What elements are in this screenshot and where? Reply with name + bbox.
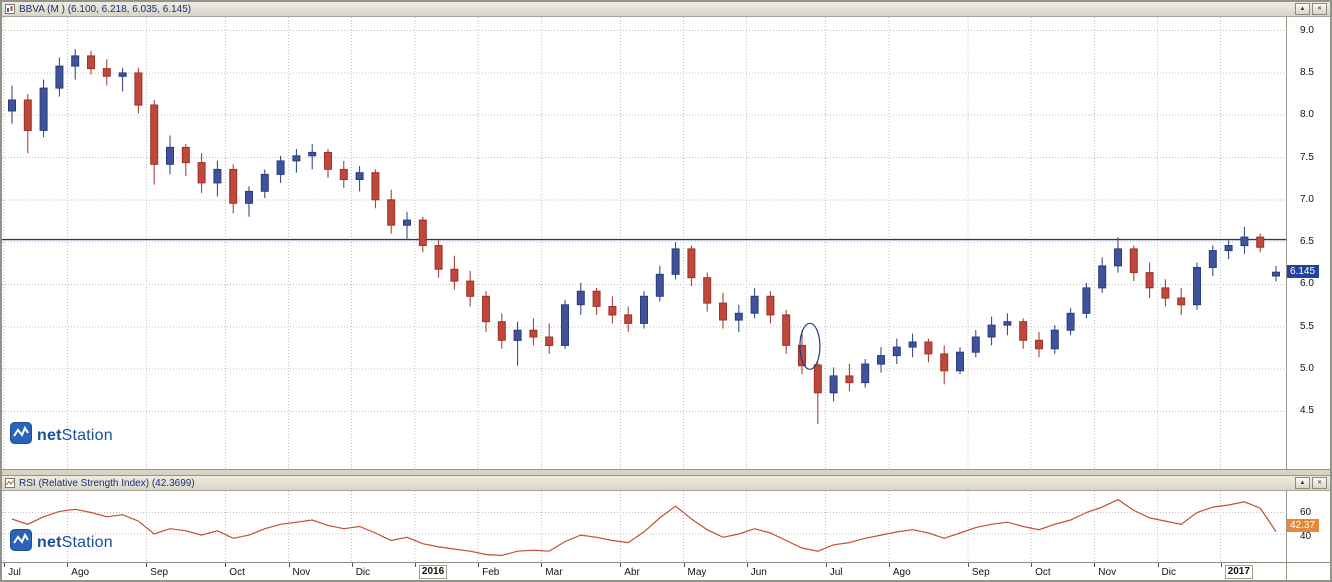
time-axis-label: Sep [972,567,990,578]
rsi-chart-area: 60 40 42.37 netStation [2,491,1330,562]
price-y-axis[interactable]: 9.0 8.5 8.0 7.5 7.0 6.5 6.0 5.5 5.0 4.5 [1286,17,1330,469]
rsi-panel-titlebar[interactable]: RSI (Relative Strength Index) (42.3699) … [2,476,1330,491]
time-axis-tick [968,563,969,567]
time-axis-label: 2017 [1225,565,1253,579]
netstation-logo-text: netStation [37,534,113,552]
price-panel-title: BBVA (M ) (6.100, 6.218, 6.035, 6.145) [19,4,191,15]
time-axis-label: Nov [1098,567,1116,578]
close-panel-button[interactable]: ✕ [1312,477,1327,489]
time-axis-tick [1031,563,1032,567]
netstation-logo-text: netStation [37,427,113,445]
price-panel-buttons: ▲ ✕ [1295,3,1327,15]
time-axis-tick [478,563,479,567]
time-axis-tick [1094,563,1095,567]
time-axis-label: Oct [229,567,245,578]
axis-border [1286,563,1287,580]
rsi-panel-title: RSI (Relative Strength Index) (42.3699) [19,478,195,489]
price-axis-label: 6.0 [1300,278,1314,289]
time-axis-tick [1158,563,1159,567]
rsi-axis-label: 60 [1300,507,1311,518]
netstation-logo: netStation [10,422,113,449]
price-chart-area: 9.0 8.5 8.0 7.5 7.0 6.5 6.0 5.5 5.0 4.5 6.145 net… [2,17,1330,469]
time-axis-tick [67,563,68,567]
time-axis-label: Jul [8,567,21,578]
price-axis-label: 8.0 [1300,109,1314,120]
netstation-logo: netStation [10,529,113,556]
time-axis-label: 2016 [419,565,447,579]
price-axis-label: 7.0 [1300,194,1314,205]
close-panel-button[interactable]: ✕ [1312,3,1327,15]
time-axis-tick [415,563,416,567]
netstation-logo-icon [10,422,32,449]
time-axis-label: Feb [482,567,499,578]
time-axis-label: Ago [893,567,911,578]
time-axis-label: Oct [1035,567,1051,578]
price-axis-label: 8.5 [1300,67,1314,78]
netstation-window: BBVA (M ) (6.100, 6.218, 6.035, 6.145) ▲… [0,0,1332,582]
logo-text-station: Station [62,427,113,444]
rsi-chart-canvas[interactable] [2,491,1286,562]
time-axis-tick [225,563,226,567]
time-axis-tick [826,563,827,567]
time-axis-tick [1221,563,1222,567]
time-axis-tick [684,563,685,567]
price-axis-label: 6.5 [1300,236,1314,247]
time-axis-label: Sep [150,567,168,578]
time-axis-label: Jul [830,567,843,578]
price-axis-label: 7.5 [1300,152,1314,163]
price-axis-label: 4.5 [1300,405,1314,416]
time-axis-tick [541,563,542,567]
indicator-icon [5,478,15,488]
rsi-panel-buttons: ▲ ✕ [1295,477,1327,489]
logo-text-station: Station [62,534,113,551]
panel-splitter[interactable] [2,469,1330,476]
logo-text-net: net [37,427,62,444]
time-axis-tick [747,563,748,567]
time-axis[interactable]: Jul Ago Sep Oct Nov Dic 2016 Feb Mar Abr May Jun Jul… [2,562,1330,580]
time-axis-tick [352,563,353,567]
rsi-axis-label: 40 [1300,531,1311,542]
logo-text-net: net [37,534,62,551]
time-axis-label: Jun [751,567,767,578]
price-axis-label: 5.0 [1300,363,1314,374]
time-axis-label: Nov [293,567,311,578]
rsi-value-tag: 42.37 [1287,519,1319,532]
time-axis-label: Ago [71,567,89,578]
time-axis-tick [146,563,147,567]
maximize-panel-button[interactable]: ▲ [1295,477,1310,489]
netstation-logo-icon [10,529,32,556]
time-axis-label: Dic [1162,567,1176,578]
time-axis-label: Abr [624,567,640,578]
price-chart-canvas[interactable] [2,17,1286,469]
price-axis-label: 9.0 [1300,25,1314,36]
time-axis-tick [289,563,290,567]
time-axis-label: Mar [545,567,562,578]
last-price-tag: 6.145 [1287,265,1319,278]
time-axis-tick [4,563,5,567]
time-axis-label: May [688,567,707,578]
price-axis-label: 5.5 [1300,321,1314,332]
time-axis-tick [889,563,890,567]
chart-icon [5,4,15,14]
time-axis-tick [620,563,621,567]
maximize-panel-button[interactable]: ▲ [1295,3,1310,15]
time-axis-label: Dic [356,567,370,578]
price-panel-titlebar[interactable]: BBVA (M ) (6.100, 6.218, 6.035, 6.145) ▲… [2,2,1330,17]
